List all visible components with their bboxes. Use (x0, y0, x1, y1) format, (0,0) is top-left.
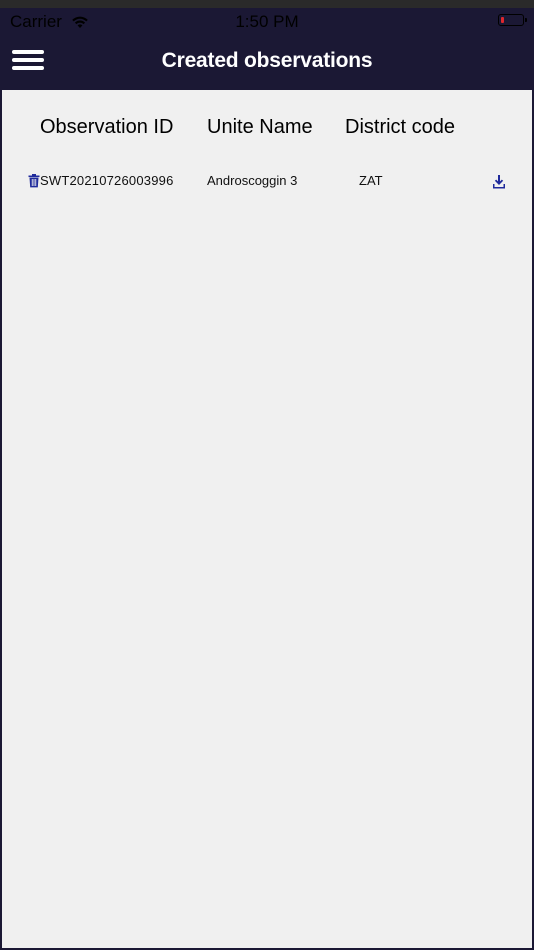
table-row: SWT20210726003996 Androscoggin 3 ZAT (2, 170, 532, 194)
download-icon[interactable] (492, 174, 506, 190)
trash-icon[interactable] (28, 174, 40, 188)
battery-icon (498, 14, 527, 26)
navigation-bar: Created observations (0, 34, 534, 90)
app-screen: Carrier 1:50 PM Created observations Obs… (0, 0, 534, 950)
column-header-unite-name: Unite Name (207, 116, 313, 138)
district-code-cell: ZAT (359, 173, 383, 188)
observations-list: Observation ID Unite Name District code … (2, 90, 532, 948)
observation-id-cell: SWT20210726003996 (40, 173, 174, 188)
top-edge (0, 0, 534, 8)
status-bar: Carrier 1:50 PM (0, 8, 534, 34)
column-header-district-code: District code (345, 116, 456, 138)
table-header: Observation ID Unite Name District code (2, 116, 532, 142)
battery-level (500, 16, 504, 23)
status-time: 1:50 PM (235, 12, 299, 31)
page-title: Created observations (161, 49, 373, 72)
column-header-observation-id: Observation ID (40, 116, 174, 138)
unite-name-cell: Androscoggin 3 (207, 173, 298, 188)
